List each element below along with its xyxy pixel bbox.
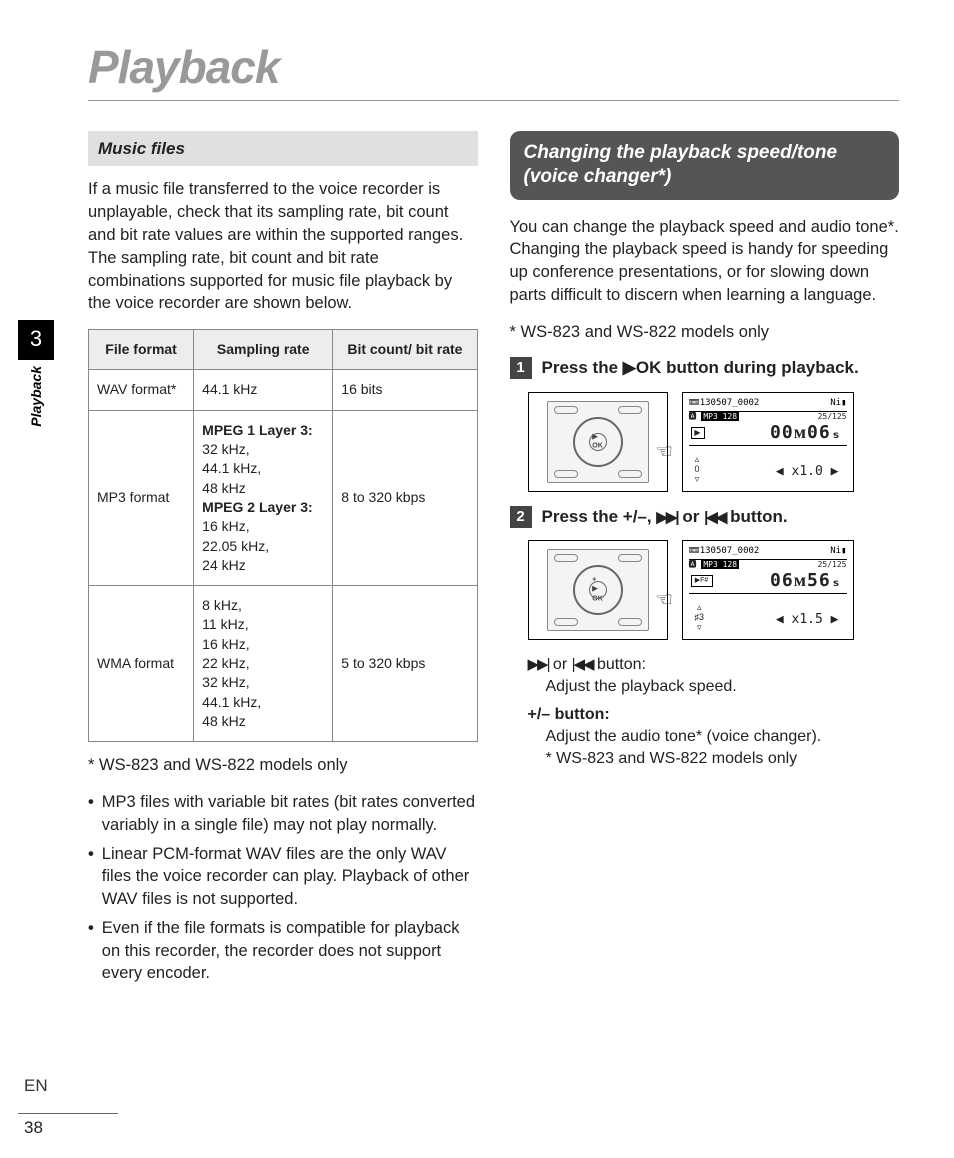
step-number-icon: 2 <box>510 506 532 528</box>
right-column: Changing the playback speed/tone (voice … <box>510 131 900 991</box>
fast-forward-icon: ▶▶| <box>656 509 677 526</box>
desc-ff-post: button: <box>593 656 646 673</box>
cell-rate: 8 kHz, 11 kHz, 16 kHz, 22 kHz, 32 kHz, 4… <box>194 586 333 742</box>
cell-bits: 16 bits <box>333 370 477 410</box>
scr-time: 00ᴍ06ₛ <box>770 421 842 446</box>
fast-forward-icon: ▶▶| <box>528 656 549 673</box>
scr-file: 📼130507_0002 <box>689 545 760 557</box>
desc-tone-body: Adjust the audio tone* (voice changer). <box>546 726 900 748</box>
speed-intro: You can change the playback speed and au… <box>510 216 900 307</box>
scr-arrows-icon: ▵♯3▿ <box>695 603 705 633</box>
bullet-text: Even if the file formats is compatible f… <box>102 917 478 985</box>
step2-illustration: +▶OK ☞ 📼130507_0002 Ni▮ 🅰 MP3 128 25/125… <box>528 540 900 640</box>
pointing-hand-icon: ☞ <box>655 587 673 615</box>
title-rule <box>88 100 899 101</box>
device-illustration: +▶OK ☞ <box>528 540 668 640</box>
step-number-icon: 1 <box>510 357 532 379</box>
mpeg1-label: MPEG 1 Layer 3: <box>202 422 313 438</box>
pointing-hand-icon: ☞ <box>655 439 673 467</box>
rewind-icon: |◀◀ <box>704 509 725 526</box>
step1-post: button during playback. <box>661 358 858 377</box>
step1-pre: Press the <box>542 358 623 377</box>
pm-label: +/– button: <box>528 706 610 723</box>
step-2: 2 Press the +/–, ▶▶| or |◀◀ button. <box>510 506 900 528</box>
scr-time: 06ᴍ56ₛ <box>770 569 842 594</box>
list-item: Even if the file formats is compatible f… <box>88 917 478 985</box>
desc-tone-note: * WS-823 and WS-822 models only <box>546 748 900 770</box>
notes-list: MP3 files with variable bit rates (bit r… <box>88 791 478 985</box>
scr-rate: ◀ x1.0 ▶ <box>776 463 839 481</box>
cell-rate: 44.1 kHz <box>194 370 333 410</box>
model-note: * WS-823 and WS-822 models only <box>510 321 900 344</box>
step1-ok: OK <box>636 358 662 377</box>
scr-file: 📼130507_0002 <box>689 397 760 409</box>
desc-speed-body: Adjust the playback speed. <box>546 676 900 698</box>
bullet-text: Linear PCM-format WAV files are the only… <box>102 843 478 911</box>
step-1-text: Press the ▶OK button during playback. <box>542 357 859 379</box>
device-illustration: ▶OK ☞ <box>528 392 668 492</box>
chapter-number: 3 <box>18 320 54 360</box>
step2-mid2: or <box>678 507 704 526</box>
wav-note: * WS-823 and WS-822 models only <box>88 754 478 777</box>
bullet-text: MP3 files with variable bit rates (bit r… <box>102 791 478 837</box>
music-files-intro: If a music file transferred to the voice… <box>88 178 478 315</box>
button-descriptions: ▶▶| or |◀◀ button: Adjust the playback s… <box>528 654 900 770</box>
cell-bits: 5 to 320 kbps <box>333 586 477 742</box>
screen-illustration: 📼130507_0002 Ni▮ 🅰 MP3 128 25/125 ▶ 00ᴍ0… <box>682 392 854 492</box>
chapter-label: Playback <box>28 360 44 433</box>
list-item: Linear PCM-format WAV files are the only… <box>88 843 478 911</box>
mpeg1-rates: 32 kHz, 44.1 kHz, 48 kHz <box>202 441 261 496</box>
scr-arrows-icon: ▵0▿ <box>695 455 700 485</box>
th-bits: Bit count/ bit rate <box>333 330 477 370</box>
left-column: Music files If a music file transferred … <box>88 131 478 991</box>
format-table: File format Sampling rate Bit count/ bit… <box>88 329 478 742</box>
language-code: EN <box>24 1076 48 1096</box>
table-row: WMA format 8 kHz, 11 kHz, 16 kHz, 22 kHz… <box>89 586 478 742</box>
scr-batt: Ni▮ <box>830 397 846 409</box>
mpeg2-label: MPEG 2 Layer 3: <box>202 499 313 515</box>
step1-illustration: ▶OK ☞ 📼130507_0002 Ni▮ 🅰 MP3 128 25/125 … <box>528 392 900 492</box>
page-title: Playback <box>88 40 899 94</box>
scr-batt: Ni▮ <box>830 545 846 557</box>
step2-mid1: +/–, <box>623 507 657 526</box>
mpeg2-rates: 16 kHz, 22.05 kHz, 24 kHz <box>202 518 269 573</box>
scr-play-icon: ▶F# <box>691 575 713 587</box>
speed-tone-callout: Changing the playback speed/tone (voice … <box>510 131 900 200</box>
desc-or: or <box>548 656 571 673</box>
cell-rate: MPEG 1 Layer 3: 32 kHz, 44.1 kHz, 48 kHz… <box>194 410 333 586</box>
list-item: MP3 files with variable bit rates (bit r… <box>88 791 478 837</box>
cell-bits: 8 to 320 kbps <box>333 410 477 586</box>
cell-format: WAV format* <box>89 370 194 410</box>
chapter-tab: 3 Playback <box>18 320 54 433</box>
scr-play-icon: ▶ <box>691 427 705 439</box>
step2-post: button. <box>725 507 787 526</box>
rewind-icon: |◀◀ <box>572 656 593 673</box>
scr-rate: ◀ x1.5 ▶ <box>776 611 839 629</box>
cell-format: MP3 format <box>89 410 194 586</box>
th-format: File format <box>89 330 194 370</box>
music-files-header: Music files <box>88 131 478 166</box>
scr-fmt: 🅰 MP3 128 <box>689 411 740 422</box>
step2-pre: Press the <box>542 507 623 526</box>
step-2-text: Press the +/–, ▶▶| or |◀◀ button. <box>542 506 788 528</box>
play-icon: ▶ <box>623 357 636 379</box>
page-rule <box>18 1113 118 1114</box>
cell-format: WMA format <box>89 586 194 742</box>
screen-illustration: 📼130507_0002 Ni▮ 🅰 MP3 128 25/125 ▶F# 06… <box>682 540 854 640</box>
scr-fmt: 🅰 MP3 128 <box>689 559 740 570</box>
step-1: 1 Press the ▶OK button during playback. <box>510 357 900 379</box>
table-row: MP3 format MPEG 1 Layer 3: 32 kHz, 44.1 … <box>89 410 478 586</box>
table-row: WAV format* 44.1 kHz 16 bits <box>89 370 478 410</box>
page-number: 38 <box>24 1118 43 1138</box>
th-rate: Sampling rate <box>194 330 333 370</box>
